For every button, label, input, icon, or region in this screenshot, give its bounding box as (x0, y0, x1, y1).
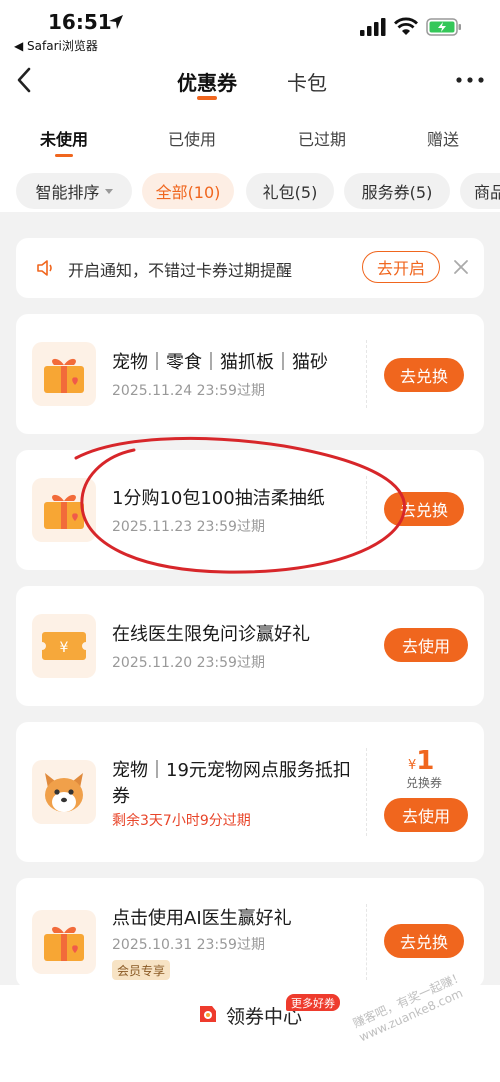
price-value: 1 (416, 746, 435, 776)
filter-service-coupon[interactable]: 服务券(5) (344, 173, 450, 209)
coupon-card: 宠物｜19元宠物网点服务抵扣券 剩余3天7小时9分过期 ¥1 兑换券 去使用 (16, 722, 484, 862)
back-arrow-icon[interactable] (14, 66, 34, 94)
filter-smart-sort[interactable]: 智能排序 (16, 173, 132, 209)
tab-coupons-indicator (197, 96, 217, 100)
coupon-card: 宠物｜零食｜猫抓板｜猫砂 2025.11.24 23:59过期 去兑换 (16, 314, 484, 434)
tab-used[interactable]: 已使用 (168, 126, 216, 150)
cellular-signal-icon (360, 18, 386, 36)
coupon-title: 宠物｜零食｜猫抓板｜猫砂 (112, 352, 328, 373)
caret-down-icon (104, 188, 113, 194)
coupon-card: ¥ 在线医生限免问诊赢好礼 2025.11.20 23:59过期 去使用 (16, 586, 484, 706)
tab-card-wallet[interactable]: 卡包 (287, 67, 327, 96)
location-arrow-icon (109, 15, 123, 29)
notification-text: 开启通知，不错过卡券过期提醒 (68, 261, 293, 280)
tab-expired[interactable]: 已过期 (298, 126, 346, 150)
back-to-safari[interactable]: ◀ Safari浏览器 (14, 37, 98, 54)
notification-banner: 开启通知，不错过卡券过期提醒 去开启 (16, 238, 484, 298)
speaker-icon (37, 260, 52, 276)
coupon-card: 点击使用AI医生赢好礼 2025.10.31 23:59过期 会员专享 去兑换 (16, 878, 484, 988)
tab-unused-indicator (55, 154, 73, 157)
redeem-button[interactable]: 去兑换 (384, 492, 464, 526)
more-coupons-badge: 更多好券 (286, 994, 340, 1011)
svg-text:¥: ¥ (60, 640, 69, 656)
card-divider (366, 340, 367, 408)
coupon-price: ¥1 (408, 746, 434, 776)
gift-box-icon (32, 910, 96, 974)
coupon-expiry: 2025.11.24 23:59过期 (112, 383, 265, 399)
member-badge: 会员专享 (112, 960, 171, 980)
enable-notification-button[interactable]: 去开启 (362, 251, 440, 283)
close-icon[interactable] (452, 258, 470, 276)
coupon-title: 在线医生限免问诊赢好礼 (112, 624, 310, 645)
coupon-expiry: 2025.11.20 23:59过期 (112, 655, 265, 671)
card-divider (366, 748, 367, 836)
card-divider (366, 476, 367, 544)
coupon-ticket-icon: ¥ (32, 614, 96, 678)
use-button[interactable]: 去使用 (384, 798, 468, 832)
coupon-countdown: 剩余3天7小时9分过期 (112, 813, 251, 829)
filter-gift-pack[interactable]: 礼包(5) (246, 173, 334, 209)
coupon-expiry: 2025.11.23 23:59过期 (112, 519, 265, 535)
tab-coupons[interactable]: 优惠券 (177, 67, 237, 96)
filter-all[interactable]: 全部(10) (142, 173, 234, 209)
more-icon[interactable] (454, 70, 486, 90)
gift-box-icon (32, 478, 96, 542)
coupon-title: 宠物｜19元宠物网点服务抵扣券 (112, 760, 351, 807)
coupon-title: 1分购10包100抽洁柔抽纸 (112, 488, 325, 509)
status-time: 16:51 (48, 10, 112, 34)
dog-face-icon (32, 760, 96, 824)
coupon-expiry: 2025.10.31 23:59过期 (112, 937, 265, 953)
filter-goods[interactable]: 商品 (460, 173, 500, 209)
gift-box-icon (32, 342, 96, 406)
filter-smart-sort-label: 智能排序 (35, 183, 100, 202)
wifi-icon (394, 17, 418, 35)
redeem-button[interactable]: 去兑换 (384, 924, 464, 958)
use-button[interactable]: 去使用 (384, 628, 468, 662)
battery-charging-icon (426, 18, 461, 36)
card-divider (366, 904, 367, 980)
tab-unused[interactable]: 未使用 (40, 126, 88, 150)
tab-gifted[interactable]: 赠送 (427, 126, 459, 150)
coupon-title: 点击使用AI医生赢好礼 (112, 908, 292, 929)
coupon-center-icon[interactable] (196, 1002, 220, 1026)
price-note: 兑换券 (406, 776, 443, 790)
redeem-button[interactable]: 去兑换 (384, 358, 464, 392)
coupon-card: 1分购10包100抽洁柔抽纸 2025.11.23 23:59过期 去兑换 (16, 450, 484, 570)
